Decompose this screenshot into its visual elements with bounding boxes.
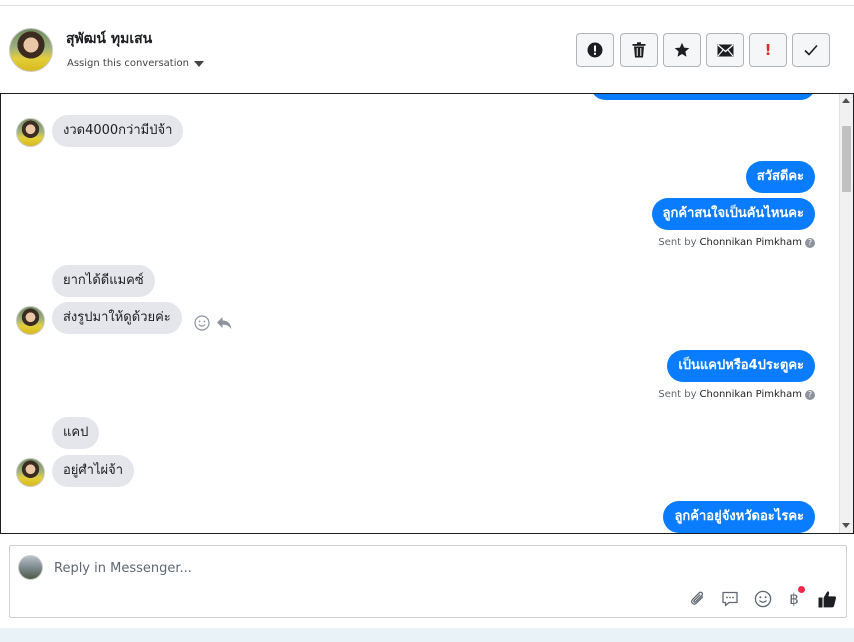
scrollbar-thumb[interactable] (842, 126, 851, 192)
payment-icon: ฿ (789, 590, 799, 608)
bottom-status-strip (0, 628, 854, 642)
send-like-button[interactable] (817, 589, 837, 609)
incoming-message-bubble[interactable]: งวด4000กว่ามีป่จ้า (52, 115, 184, 147)
attach-file-button[interactable] (688, 589, 708, 609)
saved-replies-button[interactable] (720, 589, 740, 609)
message-actions (194, 315, 232, 331)
assign-conversation-label: Assign this conversation (67, 58, 189, 69)
sent-by-prefix: Sent by (658, 389, 697, 400)
message-thread[interactable]: งวด4000กว่ามีป่จ้า สวัสดีคะ ลูกค้าสนใจเป… (0, 93, 854, 534)
contact-avatar[interactable] (9, 28, 53, 72)
help-icon[interactable]: ? (805, 237, 815, 248)
caret-down-icon (193, 60, 204, 67)
scroll-down-arrow-icon[interactable] (842, 523, 850, 528)
sent-by-agent[interactable]: Chonnikan Pimkham (700, 389, 802, 400)
important-icon: ! (764, 41, 772, 59)
outgoing-message-bubble[interactable]: ลูกค้าสนใจเป็นคันไหนคะ (651, 198, 815, 230)
reply-icon[interactable] (216, 316, 232, 330)
reply-composer: ฿ (9, 545, 847, 618)
outgoing-message-bubble[interactable]: ลูกค้าอยู่จังหวัดอะไรคะ (663, 501, 815, 533)
sent-by-label: Sent by Chonnikan Pimkham ? (658, 389, 815, 400)
contact-avatar-small (16, 306, 45, 335)
mark-unread-button[interactable] (706, 33, 744, 67)
attachment-icon (691, 591, 704, 605)
help-icon[interactable]: ? (805, 389, 815, 400)
delete-button[interactable] (620, 33, 658, 67)
star-icon (674, 42, 690, 57)
emoji-icon (754, 590, 772, 608)
sent-by-prefix: Sent by (658, 237, 697, 248)
sent-by-agent[interactable]: Chonnikan Pimkham (700, 237, 802, 248)
outgoing-message-bubble[interactable]: สวัสดีคะ (745, 161, 815, 193)
conversation-header: สุพัฒน์ ทุมเสน Assign this conversation (0, 6, 854, 92)
check-icon (804, 44, 818, 56)
incoming-message-bubble[interactable]: แคป (52, 417, 100, 449)
outgoing-message-bubble[interactable] (591, 94, 815, 100)
contact-avatar-small (16, 118, 45, 147)
saved-reply-icon (722, 591, 738, 607)
sent-by-label: Sent by Chonnikan Pimkham ? (658, 237, 815, 248)
spam-icon (587, 42, 603, 58)
trash-icon (632, 42, 646, 58)
incoming-message-bubble[interactable]: ยากได้ดีแมคซ์ (52, 265, 155, 297)
emoji-button[interactable] (753, 589, 773, 609)
contact-name[interactable]: สุพัฒน์ ทุมเสน (66, 28, 152, 50)
incoming-message-bubble[interactable]: ส่งรูปมาให้ดูด้วยค่ะ (52, 302, 182, 334)
reply-input[interactable] (54, 558, 754, 578)
like-icon (818, 591, 836, 608)
mark-done-button[interactable] (792, 33, 830, 67)
assign-conversation-dropdown[interactable]: Assign this conversation (67, 58, 204, 69)
react-emoji-icon[interactable] (194, 315, 210, 331)
notification-dot (798, 586, 805, 593)
thread-scrollbar[interactable] (839, 94, 853, 533)
contact-avatar-small (16, 458, 45, 487)
page-avatar (18, 555, 43, 580)
mark-important-button[interactable]: ! (749, 33, 787, 67)
scroll-up-arrow-icon[interactable] (842, 98, 850, 103)
incoming-message-bubble[interactable]: อยู่ศำไผ่จ้า (52, 455, 135, 487)
mail-icon (717, 44, 733, 56)
star-button[interactable] (663, 33, 701, 67)
outgoing-message-bubble[interactable]: เป็นแคปหรือ4ประตูคะ (667, 350, 815, 382)
payment-button[interactable]: ฿ (784, 586, 805, 609)
mark-spam-button[interactable] (576, 33, 614, 67)
